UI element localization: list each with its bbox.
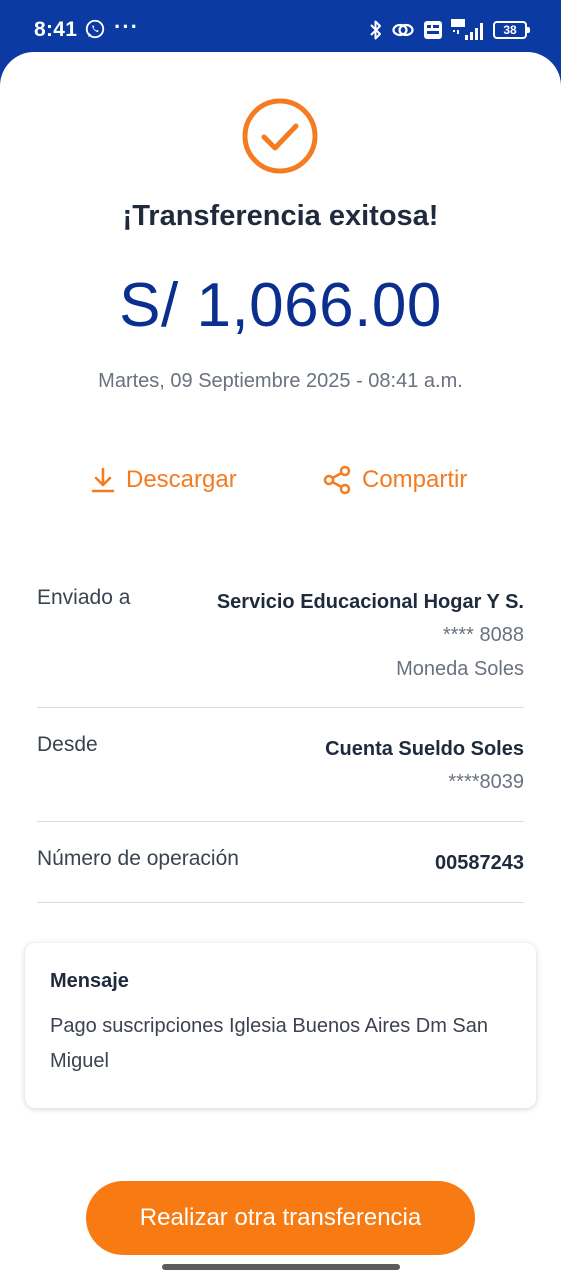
share-button[interactable]: Compartir: [322, 463, 467, 497]
download-button[interactable]: Descargar: [90, 463, 237, 497]
link-icon: [392, 23, 414, 37]
success-check-icon: [242, 98, 318, 174]
more-notifications-icon: ···: [114, 14, 139, 39]
message-text: Pago suscripciones Iglesia Buenos Aires …: [50, 1015, 489, 1072]
sent-to-values: Servicio Educacional Hogar Y S. **** 808…: [217, 586, 524, 686]
source-account-number: ****8039: [448, 771, 524, 793]
home-indicator[interactable]: [162, 1264, 400, 1270]
divider: [37, 707, 524, 708]
success-title: ¡Transferencia exitosa!: [122, 200, 439, 232]
share-label: Compartir: [362, 466, 468, 493]
new-transfer-button[interactable]: Realizar otra transferencia: [86, 1181, 475, 1255]
whatsapp-icon: [85, 19, 105, 39]
signal-4g-icon: [451, 19, 483, 40]
source-account-name: Cuenta Sueldo Soles: [325, 738, 524, 760]
from-values: Cuenta Sueldo Soles ****8039: [325, 733, 524, 799]
status-icons: 38: [369, 18, 530, 42]
transfer-datetime: Martes, 09 Septiembre 2025 - 08:41 a.m.: [98, 370, 463, 392]
download-label: Descargar: [126, 466, 237, 493]
recipient-currency: Moneda Soles: [396, 658, 524, 680]
status-time: 8:41: [34, 18, 78, 41]
divider: [37, 821, 524, 822]
operation-number-value: 00587243: [435, 852, 524, 874]
operation-number-label: Número de operación: [37, 847, 239, 870]
recipient-name: Servicio Educacional Hogar Y S.: [216, 591, 524, 613]
volte-icon: [424, 21, 442, 39]
message-title: Mensaje: [50, 970, 129, 992]
from-label: Desde: [37, 733, 98, 756]
download-icon: [91, 467, 115, 493]
recipient-account: **** 8088: [442, 624, 524, 646]
bluetooth-icon: [370, 20, 381, 40]
message-card: Mensaje Pago suscripciones Iglesia Bueno…: [25, 943, 536, 1108]
divider: [37, 902, 524, 903]
operation-values: 00587243: [435, 847, 524, 879]
transfer-amount: S/ 1,066.00: [119, 271, 442, 340]
battery-icon: 38: [493, 21, 530, 39]
sent-to-label: Enviado a: [37, 586, 131, 609]
share-icon: [323, 465, 351, 495]
